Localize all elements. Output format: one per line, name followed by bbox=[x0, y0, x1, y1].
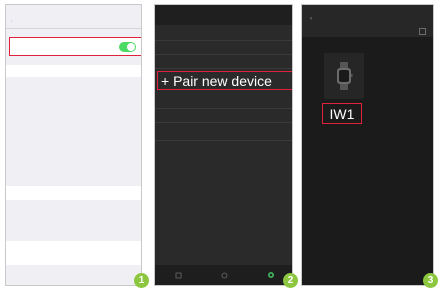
nav-bar bbox=[155, 5, 292, 25]
tab-bar bbox=[155, 265, 292, 285]
back-chevron-icon[interactable]: ‹ bbox=[310, 16, 312, 22]
step-badge-3: 3 bbox=[423, 273, 438, 288]
app-settings-screen: + Pair new device bbox=[154, 4, 293, 286]
activity-tab-icon bbox=[175, 272, 181, 278]
tab-training[interactable] bbox=[221, 272, 228, 279]
toggle-knob bbox=[127, 42, 135, 51]
pairing-screen: ‹ IW1 bbox=[301, 4, 434, 286]
step-badge-1: 1 bbox=[134, 273, 149, 288]
settings-row[interactable] bbox=[155, 55, 292, 69]
scan-icon[interactable] bbox=[419, 28, 426, 35]
training-tab-icon bbox=[221, 272, 227, 278]
tab-settings[interactable] bbox=[267, 271, 275, 279]
back-chevron-icon[interactable]: ‹ bbox=[11, 18, 12, 23]
status-bar bbox=[6, 5, 141, 13]
other-devices-row bbox=[6, 186, 141, 200]
pairing-header: ‹ bbox=[302, 5, 433, 37]
settings-row[interactable] bbox=[155, 41, 292, 55]
settings-tab-icon bbox=[267, 272, 274, 278]
device-card[interactable] bbox=[324, 53, 364, 99]
device-name-label: IW1 bbox=[329, 105, 355, 122]
settings-row[interactable] bbox=[155, 27, 292, 41]
pair-new-device-label: + Pair new device bbox=[161, 72, 272, 89]
settings-row[interactable] bbox=[155, 109, 292, 123]
bluetooth-settings-screen: ‹ bbox=[5, 4, 142, 286]
footer-note-row bbox=[6, 241, 141, 265]
settings-row[interactable] bbox=[155, 95, 292, 109]
bluetooth-toggle[interactable] bbox=[119, 41, 136, 52]
nav-bar: ‹ bbox=[6, 13, 141, 29]
bluetooth-row[interactable] bbox=[9, 37, 141, 56]
watch-icon bbox=[337, 62, 353, 90]
tab-activity[interactable] bbox=[175, 272, 182, 279]
pair-new-device-button[interactable]: + Pair new device bbox=[157, 71, 292, 90]
step-badge-2: 2 bbox=[283, 273, 298, 288]
settings-row[interactable] bbox=[155, 123, 292, 141]
info-row bbox=[6, 65, 141, 77]
device-name-box[interactable]: IW1 bbox=[322, 103, 362, 124]
